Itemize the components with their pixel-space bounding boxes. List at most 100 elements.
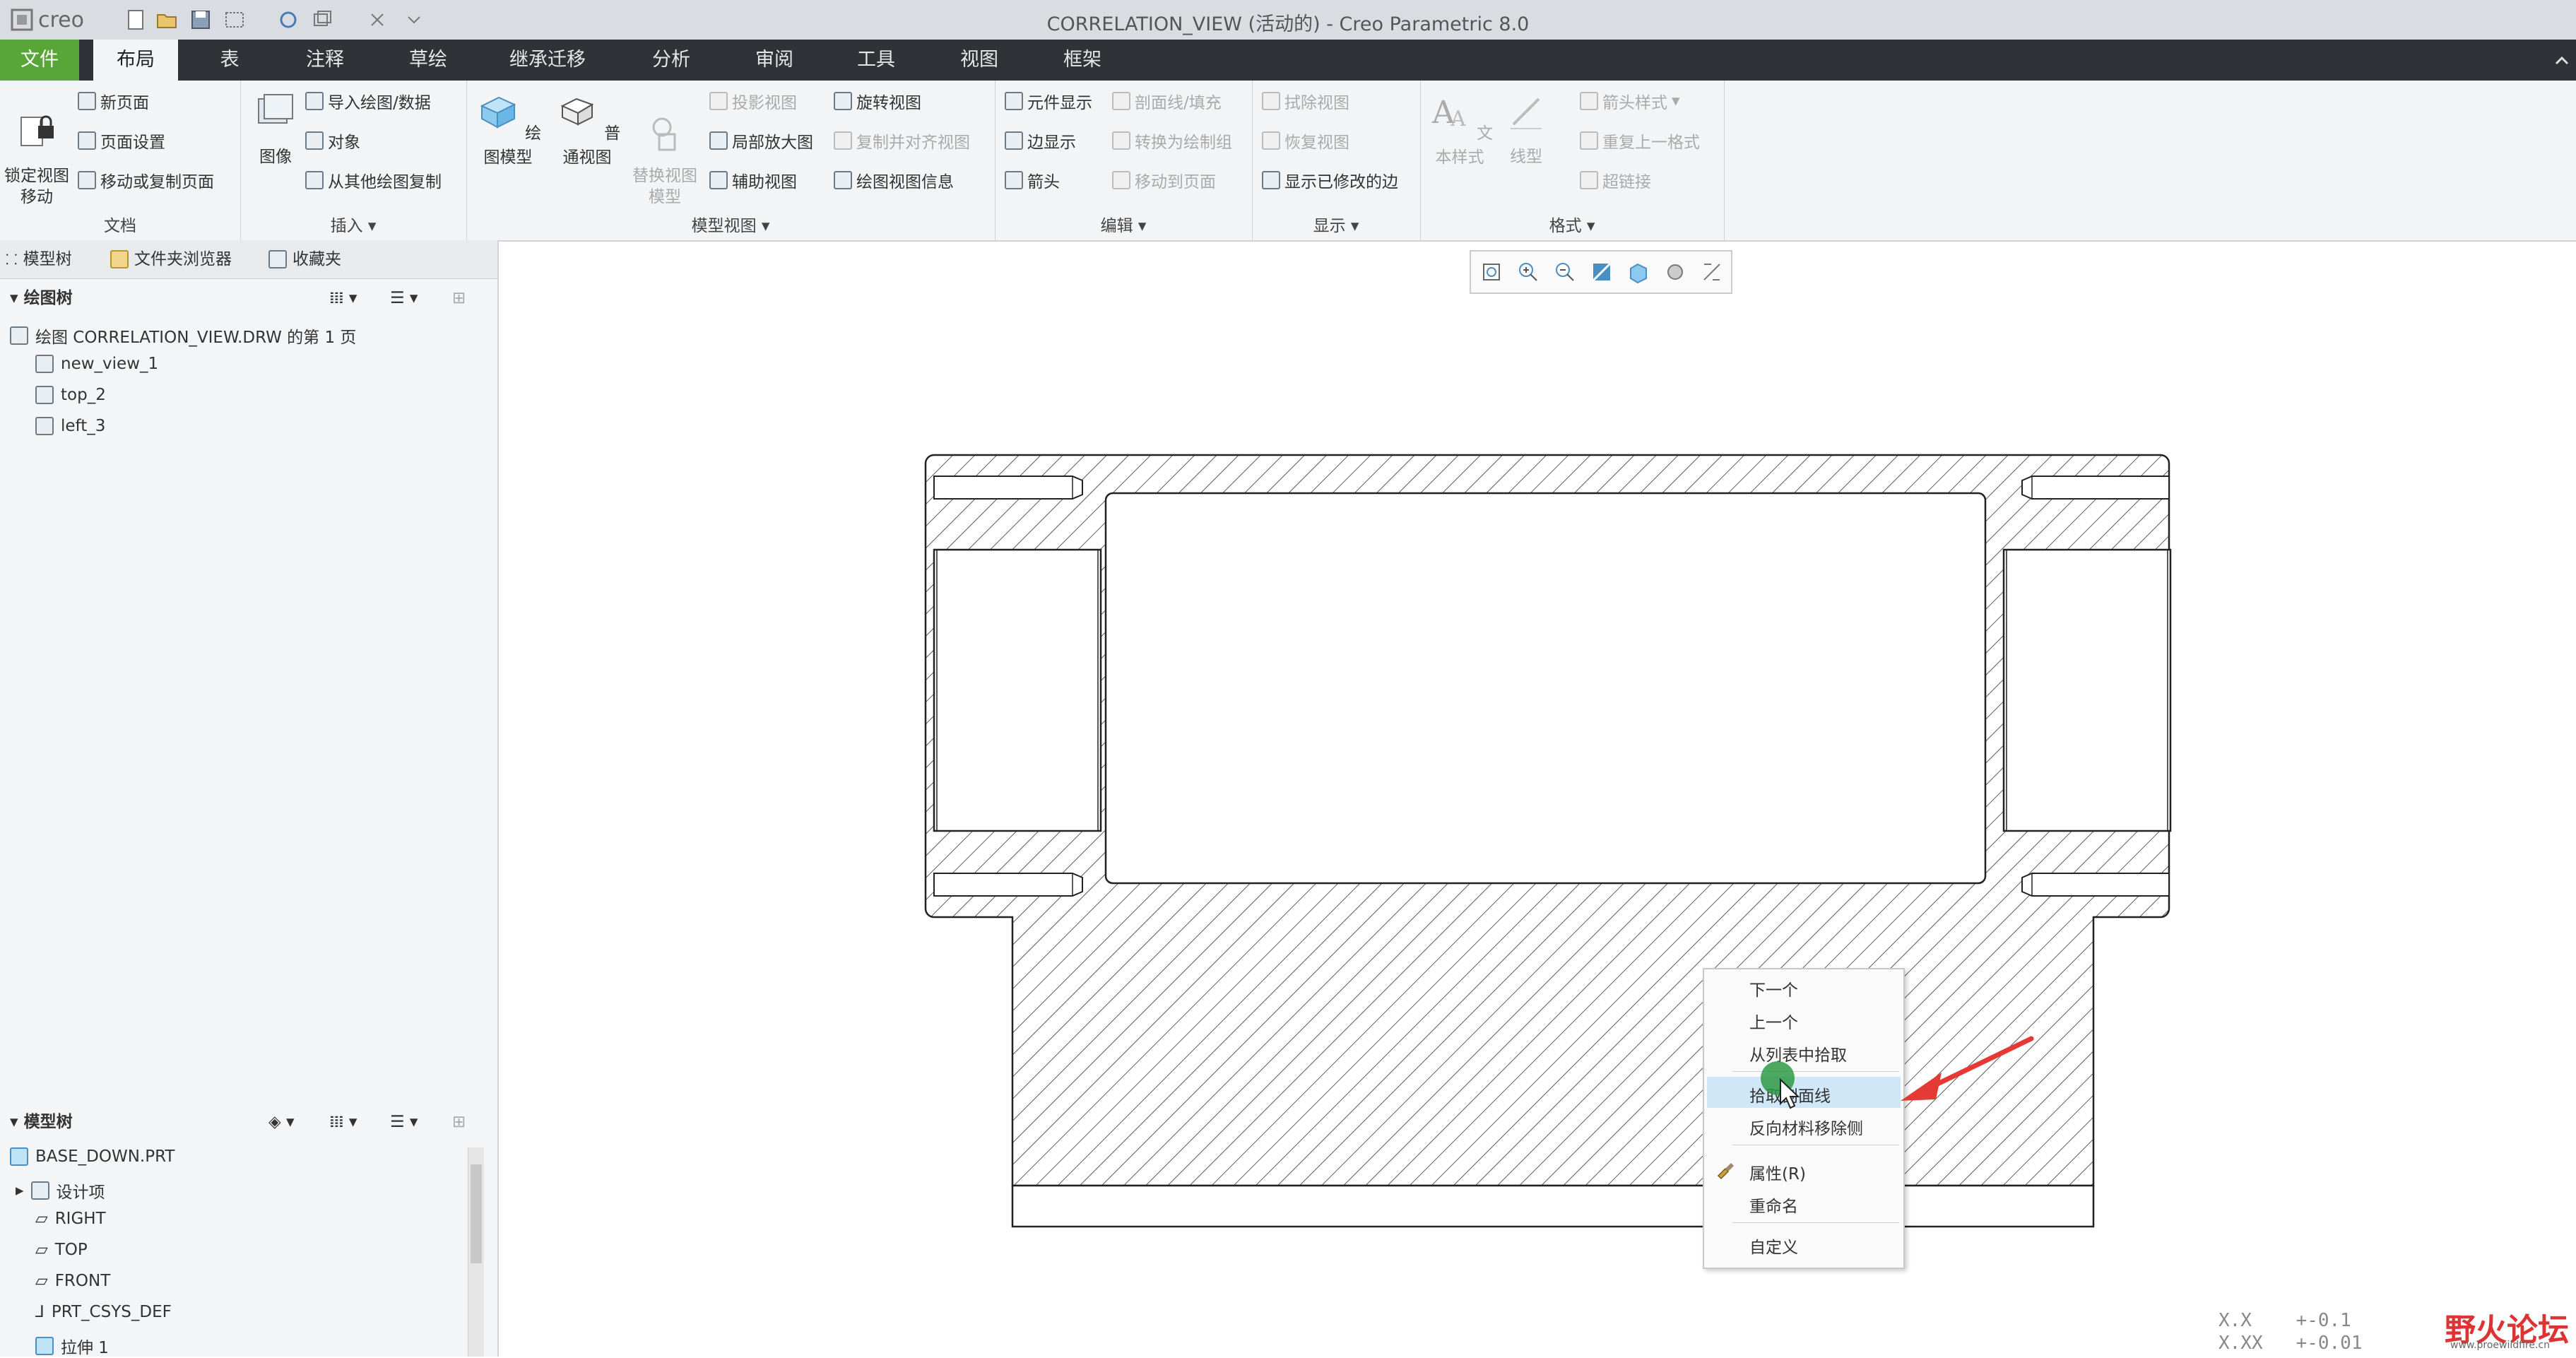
text-style-button[interactable]: AA 文本样式 — [1424, 89, 1495, 167]
hyperlink-button[interactable]: 超链接 — [1580, 168, 1651, 192]
show-modified-edges-button[interactable]: 显示已修改的边 — [1262, 168, 1398, 192]
detailed-view-button[interactable]: 局部放大图 — [709, 129, 813, 153]
line-style-button[interactable]: 线型 — [1498, 89, 1554, 167]
model-tree-item[interactable]: ▱ FRONT — [35, 1272, 110, 1290]
saved-views-icon[interactable] — [1663, 260, 1687, 284]
menu-item-rename[interactable]: 重命名 — [1749, 1193, 1798, 1217]
tree-filter-icon[interactable]: ⊞ — [452, 1106, 466, 1138]
drawing-tree-header[interactable]: ▾ 绘图树 𝍖 ▾ ☰ ▾ ⊞ — [0, 283, 497, 314]
model-tree-item[interactable]: ▱ TOP — [35, 1241, 88, 1259]
watermark-url: www.proewildfire.cn — [2450, 1340, 2551, 1351]
repeat-format-label: 重复上一格式 — [1602, 134, 1700, 152]
coordinate-system-icon: ⅃ — [35, 1303, 45, 1321]
drawing-model-button[interactable]: 绘图模型 — [469, 89, 547, 167]
model-display-icon[interactable]: ◈ ▾ — [268, 1106, 295, 1138]
model-tree-root[interactable]: BASE_DOWN.PRT — [10, 1147, 175, 1166]
drawing-tree-item[interactable]: left_3 — [35, 417, 105, 435]
group-model-views-text: 模型视图 — [691, 217, 757, 235]
collapse-ribbon-icon[interactable] — [2552, 51, 2572, 71]
group-model-views-label[interactable]: 模型视图 ▾ — [466, 212, 995, 236]
repaint-icon[interactable] — [1590, 260, 1614, 284]
group-edit-label[interactable]: 编辑 ▾ — [995, 212, 1252, 236]
model-tree-item[interactable]: 拉伸 1 — [35, 1334, 109, 1358]
tab-favorites[interactable]: 收藏夹 — [268, 240, 341, 278]
zoom-out-icon[interactable] — [1553, 260, 1577, 284]
tab-model-tree[interactable]: ⸬ 模型树 — [6, 240, 72, 278]
display-style-icon[interactable] — [1626, 260, 1650, 284]
copy-align-view-button[interactable]: 复制并对齐视图 — [834, 129, 970, 153]
tab-sketch[interactable]: 草绘 — [393, 40, 463, 81]
resume-view-button[interactable]: 恢复视图 — [1262, 129, 1349, 153]
tree-settings-icon[interactable]: 𝍖 ▾ — [329, 283, 357, 314]
tab-layout[interactable]: 布局 — [93, 40, 178, 81]
scrollbar-thumb[interactable] — [471, 1164, 482, 1263]
revolved-view-icon — [834, 92, 852, 110]
view-info-button[interactable]: 绘图视图信息 — [834, 168, 954, 192]
object-button[interactable]: 对象 — [305, 129, 360, 153]
expand-triangle-icon[interactable]: ▸ — [16, 1181, 24, 1200]
model-tree-header[interactable]: ▾ 模型树 ◈ ▾ 𝍖 ▾ ☰ ▾ ⊞ — [0, 1106, 497, 1138]
replace-view-button[interactable]: 替换视图 模型 — [626, 89, 704, 208]
tab-analysis[interactable]: 分析 — [636, 40, 707, 81]
convert-group-button[interactable]: 转换为绘制组 — [1112, 129, 1232, 153]
tab-file[interactable]: 文件 — [0, 40, 79, 81]
edge-display-button[interactable]: 边显示 — [1005, 129, 1076, 153]
section-fill-button[interactable]: 剖面线/填充 — [1112, 89, 1222, 113]
tab-table[interactable]: 表 — [198, 40, 261, 81]
element-display-button[interactable]: 元件显示 — [1005, 89, 1092, 113]
image-button[interactable]: 图像 — [247, 89, 304, 167]
drawing-tree-root[interactable]: 绘图 CORRELATION_VIEW.DRW 的第 1 页 — [10, 324, 356, 348]
tab-tools[interactable]: 工具 — [841, 40, 911, 81]
favorites-icon — [268, 250, 287, 268]
lock-view-label: 锁定视图 移动 — [4, 167, 69, 206]
menu-item-next[interactable]: 下一个 — [1749, 976, 1798, 1000]
copy-align-icon — [834, 131, 852, 150]
copy-from-other-button[interactable]: 从其他绘图复制 — [305, 168, 442, 192]
erase-view-button[interactable]: 拭除视图 — [1262, 89, 1349, 113]
tab-folder-browser[interactable]: 文件夹浏览器 — [110, 240, 232, 278]
tree-columns-icon[interactable]: ☰ ▾ — [390, 1106, 418, 1138]
repeat-format-button[interactable]: 重复上一格式 — [1580, 129, 1700, 153]
resume-view-label: 恢复视图 — [1284, 134, 1349, 152]
tab-view[interactable]: 视图 — [944, 40, 1015, 81]
drawing-tree-item[interactable]: new_view_1 — [35, 355, 158, 373]
model-tree-item[interactable]: ⅃ PRT_CSYS_DEF — [35, 1303, 172, 1321]
model-tree-scrollbar[interactable] — [468, 1147, 484, 1357]
import-data-button[interactable]: 导入绘图/数据 — [305, 89, 431, 113]
model-tree-item[interactable]: ▱ RIGHT — [35, 1210, 106, 1228]
menu-item-properties[interactable]: 属性(R) — [1749, 1160, 1806, 1184]
page-setup-button[interactable]: 页面设置 — [78, 129, 165, 153]
tree-filter-icon[interactable]: ⊞ — [452, 283, 466, 314]
drawing-tree-item[interactable]: top_2 — [35, 386, 106, 404]
model-tree-item[interactable]: ▸ 设计项 — [16, 1179, 105, 1203]
new-page-button[interactable]: 新页面 — [78, 89, 149, 113]
tab-legacy-migration[interactable]: 继承迁移 — [495, 40, 601, 81]
datum-display-icon[interactable] — [1700, 260, 1724, 284]
group-insert-label[interactable]: 插入 ▾ — [240, 212, 466, 236]
move-to-page-button[interactable]: 移动到页面 — [1112, 168, 1216, 192]
general-view-button[interactable]: 普通视图 — [548, 89, 626, 167]
tab-review[interactable]: 审阅 — [739, 40, 810, 81]
menu-item-previous[interactable]: 上一个 — [1749, 1009, 1798, 1033]
group-display-label[interactable]: 显示 ▾ — [1252, 212, 1420, 236]
tree-columns-icon[interactable]: ☰ ▾ — [390, 283, 418, 314]
tab-framework[interactable]: 框架 — [1047, 40, 1118, 81]
lock-view-move-button[interactable]: 锁定视图 移动 — [3, 89, 71, 208]
zoom-in-icon[interactable] — [1516, 260, 1540, 284]
refit-icon[interactable] — [1479, 260, 1503, 284]
menu-item-customize[interactable]: 自定义 — [1749, 1234, 1798, 1258]
section-view-drawing[interactable] — [918, 445, 2190, 1236]
menu-separator — [1732, 1222, 1899, 1223]
copy-drawing-icon — [305, 171, 324, 189]
revolved-view-button[interactable]: 旋转视图 — [834, 89, 921, 113]
auxiliary-view-button[interactable]: 辅助视图 — [709, 168, 797, 192]
tree-settings-icon[interactable]: 𝍖 ▾ — [329, 1106, 357, 1138]
move-copy-page-button[interactable]: 移动或复制页面 — [78, 168, 214, 192]
drawing-tree-item-label: new_view_1 — [61, 355, 159, 373]
arrow-style-button[interactable]: 箭头样式 ▾ — [1580, 89, 1680, 113]
group-format-label[interactable]: 格式 ▾ — [1420, 212, 1724, 236]
tab-annotate[interactable]: 注释 — [290, 40, 360, 81]
group-display-text: 显示 — [1313, 217, 1346, 235]
arrow-button[interactable]: 箭头 — [1005, 168, 1060, 192]
projection-view-button[interactable]: 投影视图 — [709, 89, 797, 113]
